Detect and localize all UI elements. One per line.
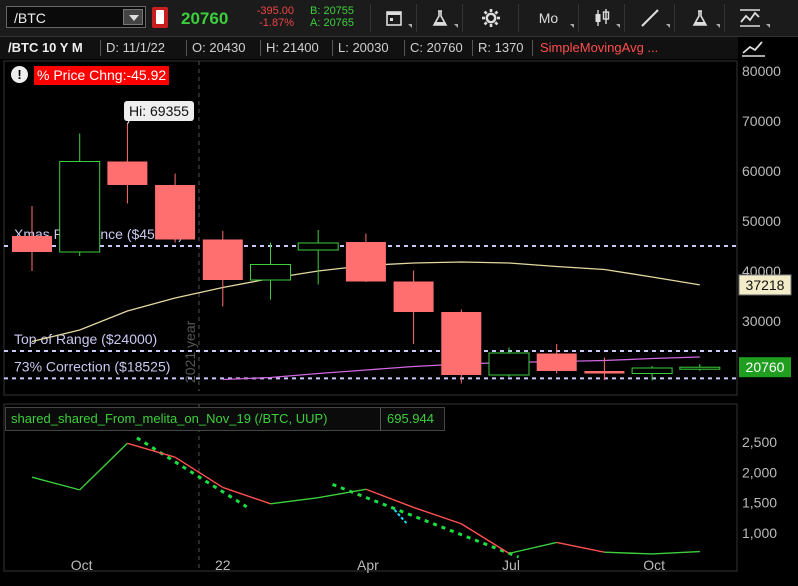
candle-body [584, 371, 625, 374]
bar-open: O: 20430 [192, 40, 246, 55]
divider [100, 40, 101, 56]
candle-body [202, 239, 243, 280]
candle-body [59, 161, 101, 253]
x-tick-label: Apr [357, 557, 379, 573]
candle-body [488, 352, 530, 376]
divider [260, 40, 261, 56]
y-tick-label: 2,500 [742, 434, 777, 450]
ask-value: A: 20765 [310, 17, 355, 29]
candle-icon [595, 9, 609, 26]
level-label: Top of Range ($24000) [14, 331, 157, 347]
price-axis-settings-button[interactable] [741, 38, 769, 60]
price-chart[interactable]: 2021 year 300004000050000600007000080000X… [0, 59, 798, 586]
y-tick-label: 30000 [742, 313, 781, 329]
chevron-down-icon[interactable] [123, 9, 143, 25]
divider [532, 40, 533, 56]
divider [186, 40, 187, 56]
high-tooltip: Hi: 69355 [124, 101, 194, 121]
calendar-icon [385, 11, 402, 26]
chart-title: /BTC 10 Y M [8, 40, 83, 55]
last-price-label: 20760 [746, 359, 785, 375]
net-change: -395.00 -1.87% [250, 5, 294, 29]
studies-button[interactable] [416, 4, 462, 32]
bar-range: R: 1370 [478, 40, 524, 55]
settings-button[interactable] [462, 4, 518, 32]
x-tick-label: 22 [215, 557, 231, 573]
y-tick-label: 70000 [742, 113, 781, 129]
level-label: 73% Correction ($18525) [14, 358, 170, 374]
lower-study-name: shared_shared_From_melita_on_Nov_19 (/BT… [11, 411, 328, 426]
link-icon[interactable] [152, 7, 168, 28]
toolbar: /BTC 20760 -395.00 -1.87% B: 20755 A: 20… [0, 0, 798, 37]
pct-change-value: -1.87% [259, 17, 294, 29]
candle-body [297, 242, 339, 251]
flask-icon [432, 10, 447, 26]
lower-study-value: 695.944 [387, 411, 434, 426]
gear-icon [481, 9, 500, 27]
last-price: 20760 [181, 9, 229, 28]
candle-body [631, 367, 673, 374]
candle-body [679, 366, 721, 370]
chart-style-icon [739, 9, 760, 27]
study-flask-button[interactable] [674, 4, 724, 32]
divider [332, 40, 333, 56]
bar-date: D: 11/1/22 [106, 40, 166, 55]
candle-body [441, 312, 482, 375]
candle-body [250, 264, 291, 281]
y-tick-label: 80000 [742, 63, 781, 79]
candle-body [345, 242, 386, 282]
mode-label: Mo [538, 10, 559, 26]
mode-button[interactable]: Mo [518, 4, 578, 32]
study-label[interactable]: SimpleMovingAvg ... [540, 40, 658, 55]
bid-value: B: 20755 [310, 5, 355, 17]
x-tick-label: Oct [643, 557, 665, 573]
symbol-selector[interactable]: /BTC [6, 6, 146, 28]
lower-study-header[interactable]: shared_shared_From_melita_on_Nov_19 (/BT… [5, 407, 445, 431]
net-change-value: -395.00 [256, 5, 294, 17]
y-tick-label: 50000 [742, 213, 781, 229]
candle-body [536, 353, 577, 371]
bar-low: L: 20030 [338, 40, 389, 55]
chart-style-icon [742, 41, 765, 57]
calendar-button[interactable] [370, 4, 416, 32]
y-tick-label: 2,000 [742, 464, 777, 480]
chart-type-button[interactable] [578, 4, 624, 32]
candle-body [107, 161, 148, 185]
price-change-label: % Price Chng:-45.92 [34, 66, 170, 85]
sma-price-label: 37218 [746, 277, 785, 293]
bid-ask: B: 20755 A: 20765 [310, 5, 354, 29]
x-tick-label: Jul [502, 557, 520, 573]
candle-body [155, 185, 196, 240]
candle-body [12, 236, 52, 252]
chart-style-button[interactable] [724, 4, 774, 32]
y-tick-label: 1,000 [742, 525, 777, 541]
x-tick-label: Oct [71, 557, 93, 573]
candle-body [393, 281, 434, 312]
line-tool-icon [640, 9, 659, 27]
divider [404, 40, 405, 56]
drawing-button[interactable] [624, 4, 674, 32]
y-tick-label: 1,500 [742, 495, 777, 511]
alert-icon[interactable]: ! [11, 66, 28, 83]
y-tick-label: 60000 [742, 163, 781, 179]
symbol-text: /BTC [14, 10, 46, 26]
chart-header: /BTC 10 Y M D: 11/1/22 O: 20430 H: 21400… [0, 37, 738, 59]
flask-icon [692, 10, 707, 26]
divider [380, 408, 381, 430]
divider [472, 40, 473, 56]
bar-high: H: 21400 [266, 40, 319, 55]
bar-close: C: 20760 [410, 40, 463, 55]
